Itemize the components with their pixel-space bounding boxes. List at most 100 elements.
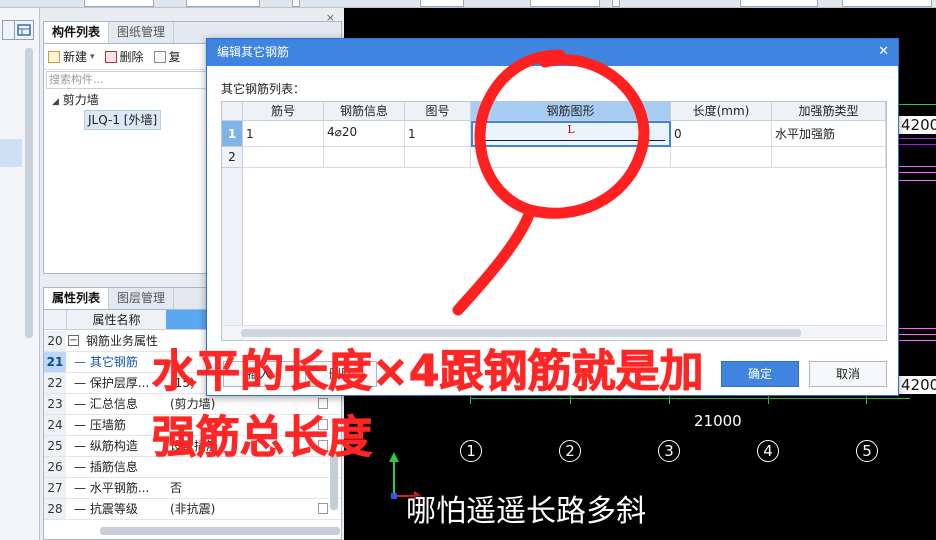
tree-item-label: JLQ-1 [外墙] [84,110,162,130]
toolbar-dropdown[interactable] [740,0,818,7]
property-row-value[interactable]: 否 [170,478,182,499]
column-rebar-info[interactable]: 钢筋信息 [324,102,405,121]
property-row[interactable]: 28 — 抗震等级 (非抗震) [44,499,341,520]
cell-figure-number[interactable]: 1 [405,121,471,147]
copy-button[interactable]: 复 [153,48,181,65]
property-row-name: — 保护层厚... [74,376,150,390]
tab-drawing-management[interactable]: 图纸管理 [109,22,175,43]
cell-rebar-shape[interactable]: L [471,121,671,147]
panel-close-icon[interactable]: × [326,11,335,24]
property-row-name: — 其它钢筋 [74,355,138,369]
property-row-name: — 水平钢筋... [74,481,150,495]
property-row-number: 22 [44,373,66,393]
grid-row-number[interactable]: 1 [222,121,243,147]
dialog-close-icon[interactable]: ✕ [878,44,889,60]
grid-row-gutter [222,168,243,340]
column-bar-number[interactable]: 筋号 [243,102,324,121]
axis-marker-1: 1 [460,440,482,462]
property-row-name: — 插筋信息 [74,460,138,474]
property-row-name: — 抗震等级 [74,502,138,516]
cell-rebar-info[interactable]: 4⌀20 [324,121,405,147]
property-row-number: 24 [44,415,66,435]
expand-triangle-icon[interactable]: ◢ [52,97,59,107]
left-strip-selection[interactable] [0,139,22,167]
cell-reinforcement-type[interactable] [772,147,886,168]
delete-button[interactable]: 删除 [104,48,144,65]
property-row-value[interactable]: (非抗震) [170,499,215,520]
copy-button-label: 复 [168,50,181,64]
property-row-number: 20 [44,331,66,351]
property-horizontal-scrollbar[interactable] [100,527,340,535]
property-row-name: 钢筋业务属性 [86,334,159,348]
property-row-number: 25 [44,436,66,456]
side-dimension: 4200 [899,376,936,394]
column-figure-number[interactable]: 图号 [405,102,471,121]
cell-rebar-info[interactable] [324,147,405,168]
property-checkbox[interactable] [318,503,328,514]
cell-length[interactable] [671,147,772,168]
column-length[interactable]: 长度(mm) [671,102,772,121]
annotation-caption-line1: 水平的长度×4跟钢筋就是加 [151,346,704,398]
rebar-grid: 筋号 钢筋信息 图号 钢筋图形 长度(mm) 加强筋类型 1 1 4⌀20 1 … [221,101,887,341]
property-checkbox[interactable] [318,398,328,409]
new-button[interactable]: 新建 ▾ [48,48,95,65]
cell-length[interactable]: 0 [671,121,772,147]
left-navigation-strip [0,8,40,540]
grid-corner [222,102,243,121]
toolbar-dropdown[interactable] [186,0,260,7]
cell-bar-number[interactable]: 1 [243,121,324,147]
toolbar-dropdown[interactable] [84,0,154,7]
collapse-minus-icon[interactable]: − [68,335,79,346]
toolbar-input[interactable] [842,0,932,7]
cell-rebar-shape[interactable] [471,147,671,168]
cancel-button[interactable]: 取消 [809,361,887,387]
annotation-caption-line2: 强筋总长度 [152,412,373,464]
dialog-title: 编辑其它钢筋 [207,39,898,66]
grid-horizontal-scrollbar[interactable] [223,325,885,339]
top-toolbar [0,0,936,8]
property-row-number: 26 [44,457,66,477]
toolbar-checkbox[interactable] [292,0,300,7]
wall-line [899,138,936,139]
toolbar-checkbox[interactable] [612,0,620,7]
rebar-list-label: 其它钢筋列表： [221,82,306,96]
axis-marker-3: 3 [658,440,680,462]
side-dimension: 4200 [899,116,936,134]
grid-line [899,104,936,105]
property-row[interactable]: 27 — 水平钢筋... 否 [44,478,341,499]
chevron-down-icon: ▾ [90,51,95,62]
wall-line [899,340,936,341]
grid-scroll-thumb[interactable] [241,329,801,337]
left-strip-scrollbar[interactable] [25,48,33,338]
toolbar-input[interactable] [420,0,464,7]
property-row-name: — 纵筋构造 [74,439,138,453]
axis-marker-5: 5 [856,440,878,462]
column-reinforcement-type[interactable]: 加强筋类型 [772,102,886,121]
new-button-label: 新建 [63,50,88,64]
cell-figure-number[interactable] [405,147,471,168]
wall-line [899,144,936,145]
video-subtitle: 哪怕遥遥长路多斜 [406,494,646,529]
property-name-header: 属性名称 [66,310,166,329]
grid-view-icon[interactable] [14,20,34,40]
column-rebar-shape[interactable]: 钢筋图形 [471,102,671,121]
cell-reinforcement-type[interactable]: 水平加强筋 [772,121,886,147]
wall-line [899,180,936,181]
dimension-line [470,398,910,399]
property-row-number: 28 [44,499,66,519]
property-row-number: 23 [44,394,66,414]
tab-property-list[interactable]: 属性列表 [44,288,110,309]
rebar-shape-line [483,140,665,141]
ok-button[interactable]: 确定 [721,361,799,387]
property-row-number: 21 [44,352,66,372]
cell-bar-number[interactable] [243,147,324,168]
tab-component-list[interactable]: 构件列表 [44,22,110,43]
property-value-header [166,310,207,329]
grid-row-number[interactable]: 2 [222,147,243,168]
property-row-number: 27 [44,478,66,498]
tab-layer-management[interactable]: 图层管理 [109,288,175,309]
new-icon [48,50,60,63]
axis-marker-4: 4 [757,440,779,462]
wall-line [899,166,936,167]
toolbar-input[interactable] [530,0,600,7]
